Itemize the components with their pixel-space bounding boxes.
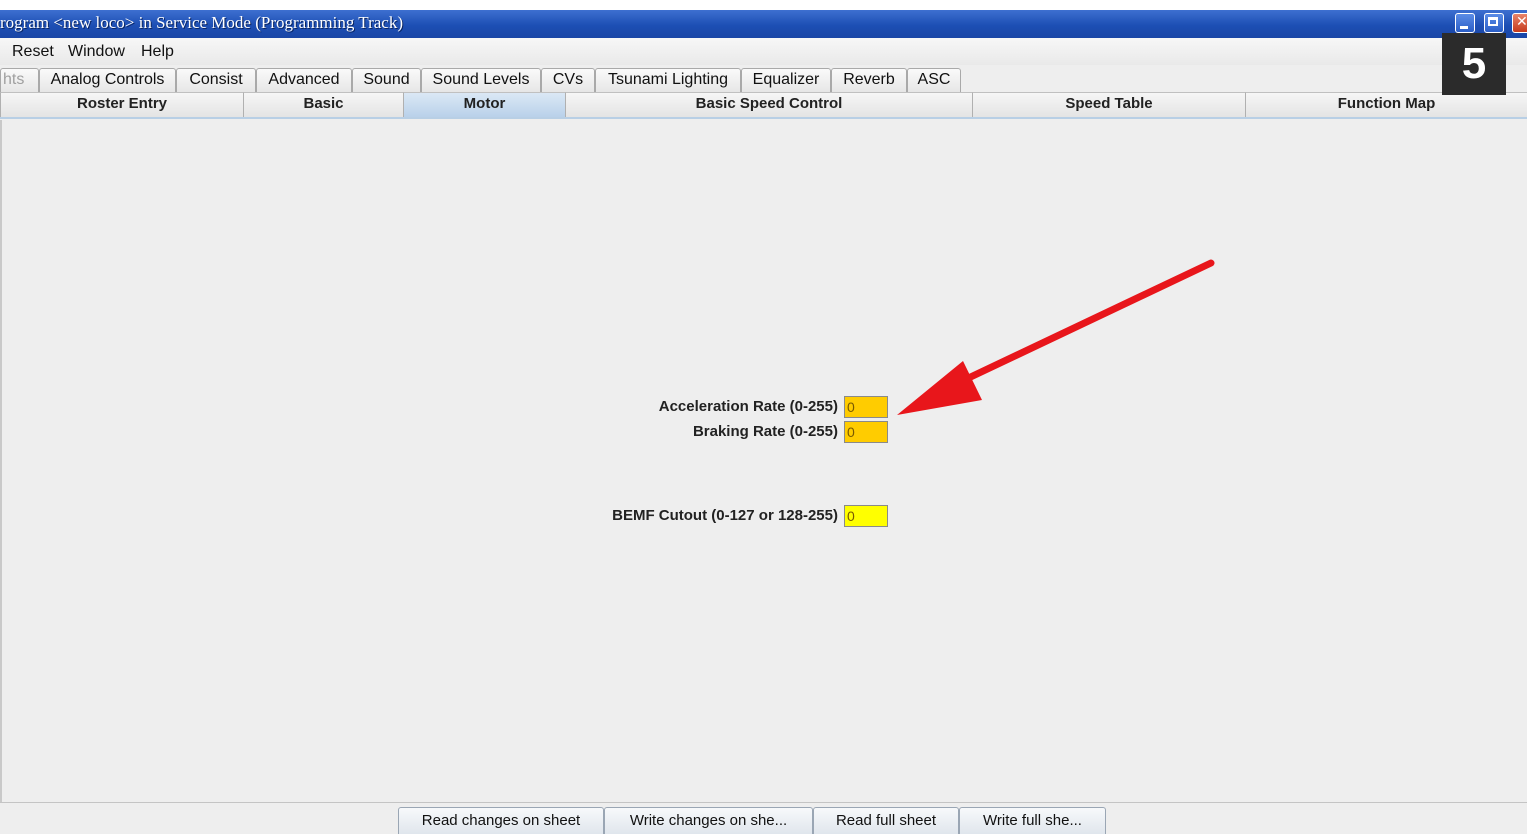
tab-advanced[interactable]: Advanced [256, 68, 352, 92]
read-full-sheet-button[interactable]: Read full sheet [813, 807, 959, 834]
tab-asc[interactable]: ASC [907, 68, 961, 92]
tab-roster-entry[interactable]: Roster Entry [0, 92, 243, 117]
menu-bar: Reset Window Help [0, 38, 1527, 65]
step-number-badge: 5 [1442, 33, 1506, 95]
tab-consist[interactable]: Consist [176, 68, 256, 92]
braking-rate-row: Braking Rate (0-255) 0 [562, 421, 888, 443]
menu-help[interactable]: Help [141, 43, 174, 61]
close-icon[interactable] [1512, 13, 1527, 33]
write-full-sheet-button[interactable]: Write full she... [959, 807, 1106, 834]
maximize-icon[interactable] [1484, 13, 1504, 33]
write-changes-button[interactable]: Write changes on she... [604, 807, 813, 834]
acceleration-rate-row: Acceleration Rate (0-255) 0 [562, 396, 888, 418]
bemf-cutout-label: BEMF Cutout (0-127 or 128-255) [612, 507, 838, 524]
acceleration-rate-label: Acceleration Rate (0-255) [658, 398, 838, 415]
tab-row-bottom: Roster Entry Basic Motor Basic Speed Con… [0, 92, 1527, 119]
read-changes-button[interactable]: Read changes on sheet [398, 807, 604, 834]
tab-sound-levels[interactable]: Sound Levels [421, 68, 541, 92]
tab-motor[interactable]: Motor [403, 92, 565, 117]
action-bar: Read changes on sheet Write changes on s… [0, 802, 1527, 834]
tab-sound[interactable]: Sound [352, 68, 421, 92]
braking-rate-field[interactable]: 0 [844, 421, 888, 443]
bemf-cutout-field[interactable]: 0 [844, 505, 888, 527]
programmer-window: rogram <new loco> in Service Mode (Progr… [0, 10, 1527, 834]
braking-rate-label: Braking Rate (0-255) [692, 423, 838, 440]
title-bar[interactable]: rogram <new loco> in Service Mode (Progr… [0, 10, 1527, 38]
acceleration-rate-field[interactable]: 0 [844, 396, 888, 418]
tab-speed-table[interactable]: Speed Table [972, 92, 1245, 117]
tab-tsunami-lighting[interactable]: Tsunami Lighting [595, 68, 741, 92]
tab-row-top: hts Analog Controls Consist Advanced Sou… [0, 68, 1527, 92]
window-title: rogram <new loco> in Service Mode (Progr… [0, 13, 404, 32]
tab-lights[interactable]: hts [0, 68, 39, 92]
tab-equalizer[interactable]: Equalizer [741, 68, 831, 92]
tab-basic-speed-control[interactable]: Basic Speed Control [565, 92, 972, 117]
menu-window[interactable]: Window [68, 43, 125, 61]
bemf-cutout-row: BEMF Cutout (0-127 or 128-255) 0 [562, 505, 888, 527]
tab-reverb[interactable]: Reverb [831, 68, 907, 92]
tab-cvs[interactable]: CVs [541, 68, 595, 92]
menu-reset[interactable]: Reset [12, 43, 54, 61]
tab-basic[interactable]: Basic [243, 92, 403, 117]
tab-function-map[interactable]: Function Map [1245, 92, 1527, 117]
minimize-icon[interactable] [1455, 13, 1475, 33]
tab-analog-controls[interactable]: Analog Controls [39, 68, 176, 92]
motor-panel: Acceleration Rate (0-255) 0 Braking Rate… [0, 120, 1527, 802]
